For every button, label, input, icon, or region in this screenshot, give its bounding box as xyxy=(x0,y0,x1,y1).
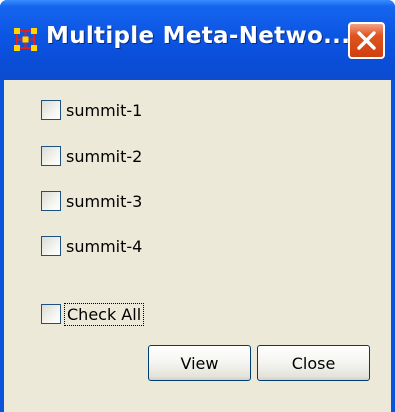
checkbox[interactable] xyxy=(41,236,61,256)
checkbox-label: summit-2 xyxy=(66,146,143,166)
checkbox-label: summit-3 xyxy=(66,191,143,211)
checkbox-row-summit-2[interactable]: summit-2 xyxy=(41,143,142,169)
check-all-checkbox[interactable] xyxy=(41,304,61,324)
checkbox[interactable] xyxy=(41,191,61,211)
checkbox-label: summit-1 xyxy=(66,100,143,120)
close-button[interactable]: Close xyxy=(257,345,370,381)
close-icon xyxy=(357,31,376,50)
checkbox-row-summit-3[interactable]: summit-3 xyxy=(41,188,142,214)
checkbox[interactable] xyxy=(41,146,61,166)
dialog-body: summit-1 summit-2 summit-3 summit-4 Chec… xyxy=(4,80,391,412)
network-grid-icon xyxy=(14,28,37,51)
checkbox-row-summit-1[interactable]: summit-1 xyxy=(41,97,142,123)
check-all-row[interactable]: Check All xyxy=(41,301,145,327)
window-close-button[interactable] xyxy=(348,22,385,59)
check-all-label: Check All xyxy=(63,302,145,326)
checkbox-row-summit-4[interactable]: summit-4 xyxy=(41,233,142,259)
window-title: Multiple Meta-Netwo... xyxy=(46,23,351,49)
title-bar[interactable]: Multiple Meta-Netwo... xyxy=(0,0,395,80)
dialog-window: Multiple Meta-Netwo... summit-1 summit-2… xyxy=(0,0,395,412)
view-button[interactable]: View xyxy=(148,345,251,381)
checkbox-label: summit-4 xyxy=(66,236,143,256)
checkbox[interactable] xyxy=(41,100,61,120)
